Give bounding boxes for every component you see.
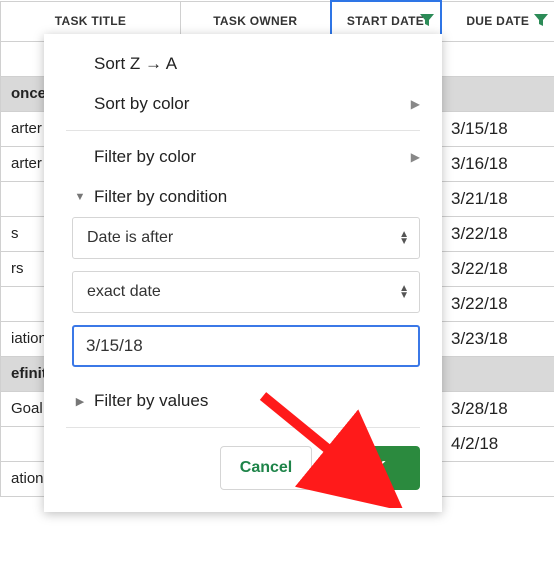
menu-filter-by-values[interactable]: ▶ Filter by values [66, 381, 420, 421]
button-row: Cancel OK [66, 446, 420, 490]
condition-date-input[interactable] [72, 325, 420, 367]
cell[interactable]: 3/16/18 [441, 146, 554, 181]
filter-icon[interactable] [420, 13, 434, 29]
chevron-right-icon: ▶ [411, 150, 420, 164]
cell[interactable]: 3/22/18 [441, 251, 554, 286]
cell[interactable]: 3/22/18 [441, 286, 554, 321]
cell[interactable] [441, 461, 554, 496]
cancel-button[interactable]: Cancel [220, 446, 312, 490]
updown-icon: ▲▼ [399, 231, 409, 245]
condition-type-value: Date is after [87, 229, 173, 247]
chevron-right-icon: ▶ [411, 97, 420, 111]
menu-sort-by-color[interactable]: Sort by color ▶ [66, 84, 420, 124]
col-header-due-date[interactable]: DUE DATE [441, 1, 554, 41]
condition-type-select[interactable]: Date is after ▲▼ [72, 217, 420, 259]
menu-filter-by-color[interactable]: Filter by color ▶ [66, 137, 420, 177]
separator [66, 130, 420, 131]
menu-filter-by-condition[interactable]: ▼ Filter by condition [66, 177, 420, 217]
menu-sort-za[interactable]: Sort Z → A [66, 44, 420, 84]
filter-icon[interactable] [534, 13, 548, 29]
expand-icon: ▶ [66, 395, 94, 408]
collapse-icon: ▼ [66, 191, 94, 203]
cell[interactable]: 3/23/18 [441, 321, 554, 356]
cell[interactable]: 3/15/18 [441, 111, 554, 146]
cell[interactable]: 3/28/18 [441, 391, 554, 426]
updown-icon: ▲▼ [399, 285, 409, 299]
cell[interactable] [441, 356, 554, 391]
condition-mode-value: exact date [87, 283, 161, 301]
cell[interactable]: 3/22/18 [441, 216, 554, 251]
cell[interactable] [441, 41, 554, 76]
condition-mode-select[interactable]: exact date ▲▼ [72, 271, 420, 313]
separator [66, 427, 420, 428]
cell[interactable]: 4/2/18 [441, 426, 554, 461]
cell[interactable]: 3/21/18 [441, 181, 554, 216]
ok-button[interactable]: OK [328, 446, 420, 490]
cell[interactable] [441, 76, 554, 111]
filter-popup: Sort Z → A Sort by color ▶ Filter by col… [44, 34, 442, 512]
